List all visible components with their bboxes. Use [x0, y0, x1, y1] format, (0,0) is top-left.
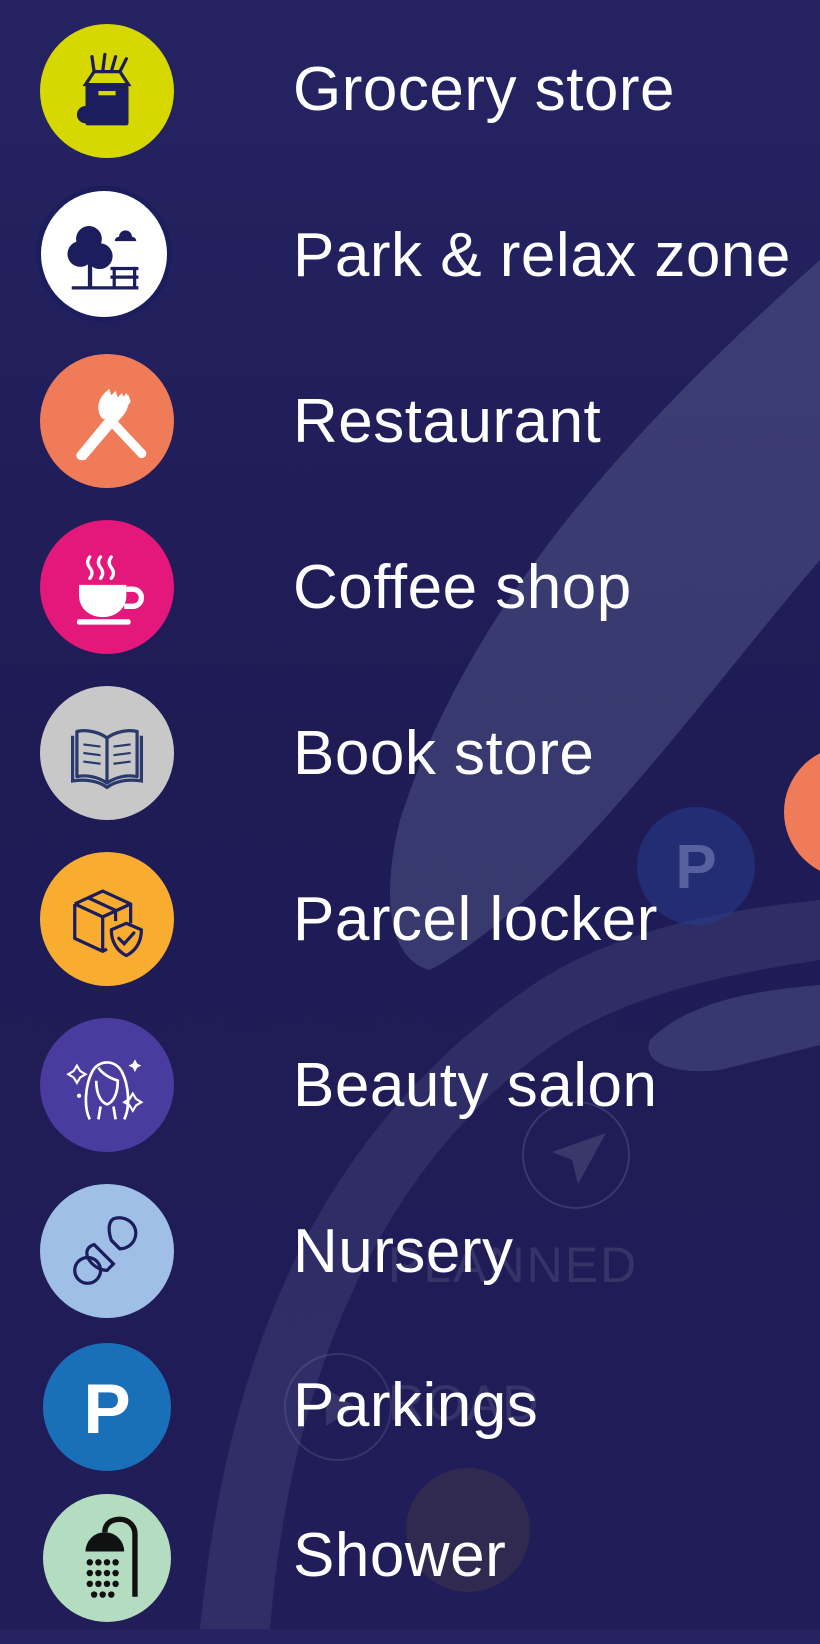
- legend-item-coffee-shop[interactable]: Coffee shop: [0, 514, 820, 664]
- shower-badge: [43, 1494, 171, 1622]
- legend-item-grocery-store[interactable]: Grocery store: [0, 16, 820, 166]
- park-relax-zone-label: Park & relax zone: [293, 221, 791, 290]
- book-store-label: Book store: [293, 719, 595, 788]
- legend-item-restaurant[interactable]: Restaurant: [0, 348, 820, 498]
- beauty-salon-label: Beauty salon: [293, 1051, 658, 1120]
- park-relax-zone-badge: [36, 186, 172, 322]
- coffee-cup-icon: [76, 555, 145, 625]
- legend-item-shower[interactable]: Shower: [0, 1494, 820, 1644]
- parcel-locker-badge: [40, 852, 174, 986]
- open-book-icon: [70, 729, 144, 790]
- shower-label: Shower: [293, 1521, 507, 1590]
- nursery-badge: [40, 1184, 174, 1318]
- legend-item-beauty-salon[interactable]: Beauty salon: [0, 1012, 820, 1162]
- knife-fork-icon: [76, 388, 147, 461]
- book-store-badge: [40, 686, 174, 820]
- grocery-store-label: Grocery store: [293, 55, 676, 124]
- grocery-bag-icon: [76, 52, 132, 126]
- beauty-salon-badge: [40, 1018, 174, 1152]
- coffee-shop-badge: [40, 520, 174, 654]
- shower-icon: [85, 1516, 138, 1598]
- grocery-store-badge: [40, 24, 174, 158]
- coffee-shop-label: Coffee shop: [293, 553, 632, 622]
- legend-item-book-store[interactable]: Book store: [0, 680, 820, 830]
- restaurant-label: Restaurant: [293, 387, 602, 456]
- pacifier-icon: [73, 1216, 138, 1285]
- legend-item-nursery[interactable]: Nursery: [0, 1178, 820, 1328]
- legend-item-parkings[interactable]: P Parkings: [0, 1340, 820, 1490]
- parcel-shield-icon: [73, 889, 144, 958]
- parkings-label: Parkings: [293, 1371, 539, 1440]
- parkings-badge: P: [43, 1343, 171, 1471]
- woman-face-sparkle-icon: [66, 1059, 144, 1120]
- parcel-locker-label: Parcel locker: [293, 885, 658, 954]
- parking-p-icon: P: [83, 1370, 130, 1449]
- legend-item-park-relax-zone[interactable]: Park & relax zone: [0, 182, 820, 332]
- nursery-label: Nursery: [293, 1217, 514, 1286]
- park-tree-bench-icon: [67, 226, 139, 290]
- legend-item-parcel-locker[interactable]: Parcel locker: [0, 846, 820, 996]
- svg-text:P: P: [83, 1370, 130, 1449]
- restaurant-badge: [40, 354, 174, 488]
